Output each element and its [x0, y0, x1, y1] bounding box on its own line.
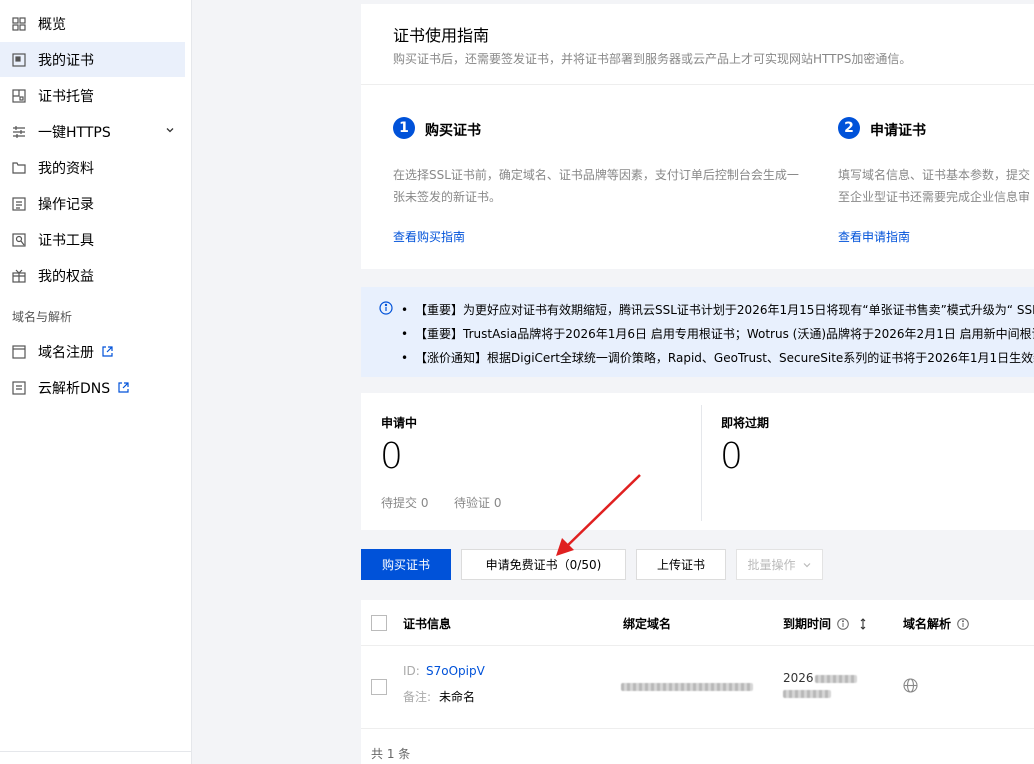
- sidebar-item-label: 证书托管: [38, 88, 94, 105]
- step-number-1: 1: [393, 117, 415, 139]
- redacted-expire-time: [783, 690, 831, 698]
- step-desc-buy: 在选择SSL证书前，确定域名、证书品牌等因素，支付订单后控制台会生成一张未签发的…: [393, 168, 799, 204]
- sidebar-item-my-profile[interactable]: 我的资料: [0, 150, 185, 185]
- sidebar-item-domain-registration[interactable]: 域名注册: [0, 334, 185, 369]
- cert-note-value: 未命名: [439, 690, 476, 704]
- domain-icon: [12, 344, 26, 359]
- notice-banner: • 【重要】为更好应对证书有效期缩短，腾讯云SSL证书计划于2026年1月15日将…: [361, 287, 1034, 377]
- sort-icon[interactable]: [859, 617, 867, 630]
- external-link-icon: [102, 346, 113, 357]
- row-checkbox[interactable]: [371, 679, 387, 695]
- info-circle-icon[interactable]: [837, 617, 849, 630]
- list-icon: [12, 196, 26, 211]
- tool-icon: [12, 232, 26, 247]
- column-header-domain: 绑定域名: [623, 617, 672, 631]
- external-link-icon: [118, 382, 129, 393]
- cert-id-label: ID:: [403, 664, 420, 678]
- stat-to-verify[interactable]: 待验证 0: [454, 494, 501, 511]
- step-title-apply: 申请证书: [870, 123, 926, 139]
- select-all-checkbox[interactable]: [371, 615, 387, 631]
- chevron-down-icon[interactable]: [165, 125, 175, 135]
- sidebar-item-label: 证书工具: [38, 232, 94, 249]
- sidebar-item-hosting[interactable]: 证书托管: [0, 78, 185, 113]
- dns-icon: [12, 380, 26, 395]
- certificate-icon: [12, 52, 26, 67]
- sidebar-item-one-click-https[interactable]: 一键HTTPS: [0, 114, 185, 149]
- sliders-icon: [12, 125, 26, 139]
- buy-guide-link[interactable]: 查看购买指南: [393, 228, 465, 245]
- batch-operation-dropdown[interactable]: 批量操作: [736, 549, 823, 580]
- stat-to-submit[interactable]: 待提交 0: [381, 494, 428, 511]
- notice-line: • 【重要】为更好应对证书有效期缩短，腾讯云SSL证书计划于2026年1月15日将…: [401, 303, 1034, 317]
- guide-title: 证书使用指南: [393, 26, 490, 45]
- sidebar-item-label: 云解析DNS: [38, 380, 111, 397]
- sidebar-item-label: 概览: [38, 16, 66, 33]
- batch-operation-label: 批量操作: [747, 558, 796, 572]
- sidebar-item-overview[interactable]: 概览: [0, 6, 185, 41]
- apply-guide-link[interactable]: 查看申请指南: [838, 228, 910, 245]
- section-label-domain: 域名与解析: [12, 310, 73, 324]
- info-icon: [379, 301, 393, 315]
- cert-id-link[interactable]: S7oOpipV: [426, 664, 485, 678]
- sidebar-item-label: 我的权益: [38, 268, 94, 285]
- stats-divider: [701, 405, 702, 521]
- info-circle-icon[interactable]: [957, 617, 969, 630]
- gift-icon: [12, 269, 26, 283]
- column-header-expire[interactable]: 到期时间: [783, 615, 867, 632]
- table-row-divider: [361, 728, 1034, 729]
- step-title-buy: 购买证书: [425, 123, 481, 139]
- step-desc-apply: 填写域名信息、证书基本参数，提交至企业型证书还需要完成企业信息审核。: [838, 168, 1031, 204]
- sidebar-item-cloud-dns[interactable]: 云解析DNS: [0, 370, 185, 405]
- grid-icon: [12, 16, 26, 31]
- sidebar-item-label: 一键HTTPS: [38, 124, 111, 141]
- sidebar-item-my-benefits[interactable]: 我的权益: [0, 258, 185, 293]
- stat-pending-value: 0: [380, 436, 403, 477]
- globe-icon[interactable]: [903, 678, 918, 693]
- expire-date: 2026: [783, 671, 814, 685]
- guide-divider: [361, 84, 1034, 85]
- cert-note-label: 备注:: [403, 690, 432, 704]
- red-arrow-annotation: [556, 474, 641, 556]
- stat-pending-label: 申请中: [381, 416, 418, 430]
- sidebar-item-my-certificates[interactable]: 我的证书: [0, 42, 185, 77]
- sidebar: 概览 我的证书 证书托管 一键HTTPS 我的资料 操作记录 证书工具 我的权益…: [0, 0, 192, 764]
- stat-expiring-value: 0: [720, 436, 743, 477]
- table-header-divider: [361, 645, 1034, 646]
- hosting-icon: [12, 88, 26, 103]
- notice-line: • 【重要】TrustAsia品牌将于2026年1月6日 启用专用根证书；Wotr…: [401, 327, 1034, 341]
- folder-icon: [12, 161, 26, 175]
- sidebar-item-cert-tools[interactable]: 证书工具: [0, 222, 185, 257]
- sidebar-item-label: 我的资料: [38, 160, 94, 177]
- guide-subtitle: 购买证书后，还需要签发证书，并将证书部署到服务器或云产品上才可实现网站HTTPS…: [393, 52, 912, 66]
- table-total-count: 共 1 条: [371, 747, 411, 761]
- sidebar-item-label: 我的证书: [38, 52, 94, 69]
- redacted-domain: [621, 683, 753, 691]
- chevron-down-icon: [803, 562, 810, 567]
- sidebar-item-label: 操作记录: [38, 196, 94, 213]
- column-header-info: 证书信息: [403, 617, 452, 631]
- sidebar-item-label: 域名注册: [38, 344, 94, 361]
- sidebar-item-operation-log[interactable]: 操作记录: [0, 186, 185, 221]
- stat-expiring-label: 即将过期: [721, 416, 770, 430]
- column-header-dns: 域名解析: [903, 615, 969, 632]
- redacted-expire-date: [815, 675, 857, 683]
- sidebar-bottom-divider: [0, 751, 192, 752]
- buy-certificate-button[interactable]: 购买证书: [361, 549, 451, 580]
- notice-line: • 【涨价通知】根据DigiCert全球统一调价策略，Rapid、GeoTrust…: [401, 351, 1034, 365]
- step-number-2: 2: [838, 117, 860, 139]
